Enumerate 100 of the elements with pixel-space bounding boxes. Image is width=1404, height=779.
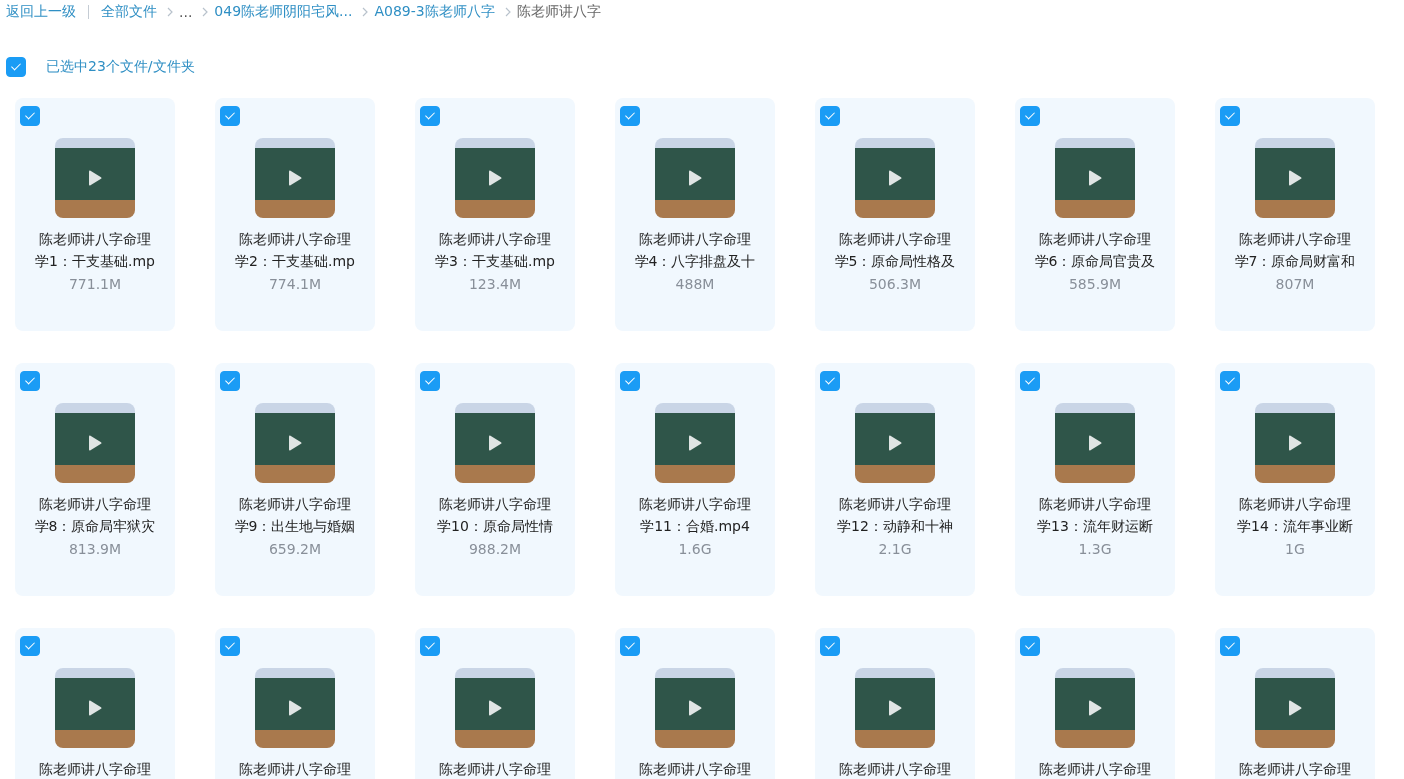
play-icon: [888, 435, 902, 451]
file-card[interactable]: 陈老师讲八字命理 学6：原命局官贵及 585.9M: [1015, 98, 1175, 331]
play-icon: [488, 170, 502, 186]
file-size: 123.4M: [468, 275, 522, 293]
file-name: 陈老师讲八字命理: [1039, 495, 1151, 514]
file-card[interactable]: 陈老师讲八字命理 学13：流年财运断 1.3G: [1015, 363, 1175, 596]
file-card[interactable]: 陈老师讲八字命理 学5：原命局性格及 506.3M: [815, 98, 975, 331]
file-name: 陈老师讲八字命理: [839, 760, 951, 779]
file-name: 陈老师讲八字命理: [239, 495, 351, 514]
checkbox[interactable]: [1020, 371, 1040, 391]
file-size: 1G: [1285, 540, 1305, 558]
play-icon: [288, 700, 302, 716]
breadcrumb-link[interactable]: 049陈老师阴阳宅风...: [214, 3, 353, 21]
file-name: 学10：原命局性情: [437, 517, 553, 536]
play-icon: [1288, 700, 1302, 716]
breadcrumb-link[interactable]: 全部文件: [101, 3, 157, 21]
file-name: 陈老师讲八字命理: [439, 760, 551, 779]
checkbox[interactable]: [620, 636, 640, 656]
checkbox[interactable]: [220, 371, 240, 391]
checkbox[interactable]: [220, 636, 240, 656]
file-name: 学5：原命局性格及: [834, 252, 956, 271]
play-icon: [1088, 170, 1102, 186]
play-icon: [488, 700, 502, 716]
file-name: 陈老师讲八字命理: [1239, 760, 1351, 779]
file-name: 学12：动静和十神: [837, 517, 953, 536]
file-size: 813.9M: [68, 540, 122, 558]
play-icon: [688, 435, 702, 451]
file-name: 陈老师讲八字命理: [839, 495, 951, 514]
file-card[interactable]: 陈老师讲八字命理: [615, 628, 775, 779]
file-name: 学4：八字排盘及十: [634, 252, 756, 271]
file-size: 1.3G: [1078, 540, 1112, 558]
checkbox[interactable]: [820, 106, 840, 126]
file-card[interactable]: 陈老师讲八字命理 学10：原命局性情 988.2M: [415, 363, 575, 596]
file-name: 学13：流年财运断: [1037, 517, 1153, 536]
file-name: 陈老师讲八字命理: [1039, 230, 1151, 249]
file-card[interactable]: 陈老师讲八字命理: [1215, 628, 1375, 779]
file-card[interactable]: 陈老师讲八字命理 学9：出生地与婚姻 659.2M: [215, 363, 375, 596]
file-name: 陈老师讲八字命理: [1039, 760, 1151, 779]
checkbox[interactable]: [420, 371, 440, 391]
checkbox[interactable]: [1220, 636, 1240, 656]
checkbox[interactable]: [1020, 636, 1040, 656]
checkbox[interactable]: [620, 106, 640, 126]
play-icon: [1088, 435, 1102, 451]
play-icon: [888, 170, 902, 186]
file-name: 陈老师讲八字命理: [1239, 495, 1351, 514]
file-size: 771.1M: [68, 275, 122, 293]
file-name: 陈老师讲八字命理: [1239, 230, 1351, 249]
checkbox[interactable]: [20, 106, 40, 126]
breadcrumb-link[interactable]: A089-3陈老师八字: [374, 3, 495, 21]
checkbox[interactable]: [1020, 106, 1040, 126]
file-card[interactable]: 陈老师讲八字命理 学11：合婚.mp4 1.6G: [615, 363, 775, 596]
checkbox[interactable]: [620, 371, 640, 391]
checkbox[interactable]: [420, 106, 440, 126]
file-card[interactable]: 陈老师讲八字命理 学1：干支基础.mp 771.1M: [15, 98, 175, 331]
file-card[interactable]: 陈老师讲八字命理 学7：原命局财富和 807M: [1215, 98, 1375, 331]
file-name: 学2：干支基础.mp: [235, 252, 355, 271]
file-size: 585.9M: [1068, 275, 1122, 293]
play-icon: [88, 700, 102, 716]
file-name: 陈老师讲八字命理: [639, 760, 751, 779]
file-card[interactable]: 陈老师讲八字命理 学2：干支基础.mp 774.1M: [215, 98, 375, 331]
breadcrumb-ellipsis[interactable]: ...: [179, 4, 193, 20]
checkbox[interactable]: [20, 636, 40, 656]
file-size: 988.2M: [468, 540, 522, 558]
checkbox[interactable]: [1220, 106, 1240, 126]
file-card[interactable]: 陈老师讲八字命理 学3：干支基础.mp 123.4M: [415, 98, 575, 331]
checkbox[interactable]: [420, 636, 440, 656]
file-name: 学7：原命局财富和: [1234, 252, 1356, 271]
file-card[interactable]: 陈老师讲八字命理 学12：动静和十神 2.1G: [815, 363, 975, 596]
checkbox[interactable]: [20, 371, 40, 391]
file-name: 陈老师讲八字命理: [639, 495, 751, 514]
checkbox[interactable]: [820, 636, 840, 656]
file-card[interactable]: 陈老师讲八字命理: [415, 628, 575, 779]
chevron-icon: [362, 7, 369, 17]
play-icon: [688, 170, 702, 186]
file-card[interactable]: 陈老师讲八字命理: [815, 628, 975, 779]
file-card[interactable]: 陈老师讲八字命理 学14：流年事业断 1G: [1215, 363, 1375, 596]
play-icon: [1288, 170, 1302, 186]
back-link[interactable]: 返回上一级: [6, 3, 76, 21]
file-card[interactable]: 陈老师讲八字命理 学8：原命局牢狱灾 813.9M: [15, 363, 175, 596]
file-card[interactable]: 陈老师讲八字命理: [1015, 628, 1175, 779]
file-card[interactable]: 陈老师讲八字命理: [15, 628, 175, 779]
file-card[interactable]: 陈老师讲八字命理 学4：八字排盘及十 488M: [615, 98, 775, 331]
file-name: 学11：合婚.mp4: [640, 517, 750, 536]
file-name: 陈老师讲八字命理: [239, 230, 351, 249]
file-name: 陈老师讲八字命理: [239, 760, 351, 779]
play-icon: [288, 170, 302, 186]
file-name: 陈老师讲八字命理: [439, 495, 551, 514]
file-size: 2.1G: [878, 540, 912, 558]
file-size: 1.6G: [678, 540, 712, 558]
play-icon: [488, 435, 502, 451]
file-card[interactable]: 陈老师讲八字命理: [215, 628, 375, 779]
file-size: 506.3M: [868, 275, 922, 293]
play-icon: [88, 435, 102, 451]
checkbox[interactable]: [820, 371, 840, 391]
checkbox[interactable]: [1220, 371, 1240, 391]
checkbox[interactable]: [220, 106, 240, 126]
file-name: 学3：干支基础.mp: [435, 252, 555, 271]
file-name: 陈老师讲八字命理: [39, 760, 151, 779]
checkbox[interactable]: [6, 57, 26, 77]
file-size: 774.1M: [268, 275, 322, 293]
